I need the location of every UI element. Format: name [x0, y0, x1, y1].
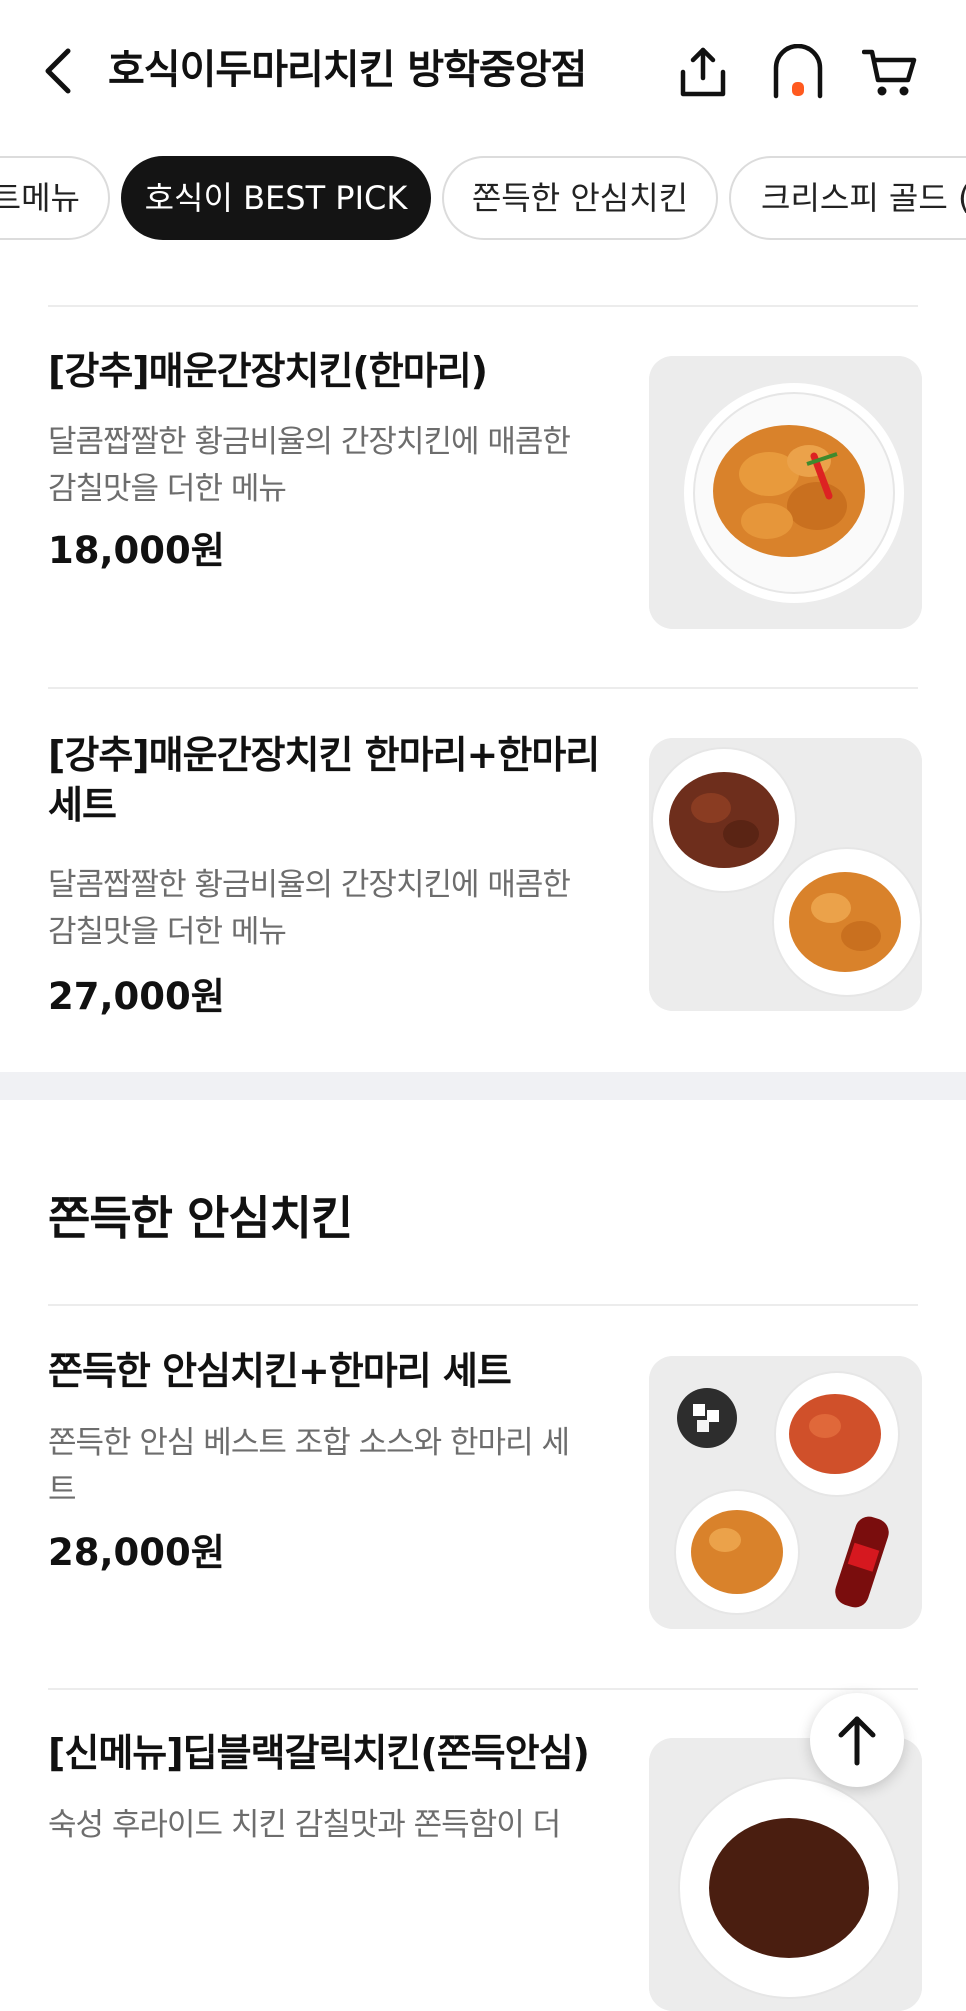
item-image	[649, 356, 922, 629]
item-image	[649, 738, 922, 1011]
cart-icon	[861, 49, 917, 96]
share-button[interactable]	[675, 44, 731, 100]
share-icon	[680, 47, 726, 97]
menu-item[interactable]: 쫀득한 안심치킨+한마리 세트 쫀득한 안심 베스트 조합 소스와 한마리 세 …	[0, 1340, 966, 1640]
category-tabs: 트메뉴 호식이 BEST PICK 쫀득한 안심치킨 크리스피 골드 (	[0, 156, 966, 244]
divider	[48, 687, 918, 689]
item-description-line2: 트	[48, 1472, 77, 1508]
item-image	[649, 1356, 922, 1629]
item-description-line2: 감칠맛을 더한 메뉴	[48, 471, 287, 507]
top-app-bar: 호식이두마리치킨 방학중앙점	[0, 0, 966, 140]
divider	[48, 1688, 918, 1690]
back-arrow-icon	[45, 48, 71, 94]
tab-tender-chicken[interactable]: 쫀득한 안심치킨	[442, 156, 718, 240]
item-description-line1: 숙성 후라이드 치킨 감칠맛과 쫀득함이 더	[48, 1807, 561, 1843]
section-title: 쫀득한 안심치킨	[48, 1191, 353, 1245]
divider	[48, 305, 918, 307]
scroll-to-top-button[interactable]	[810, 1693, 904, 1787]
item-description-line1: 쫀득한 안심 베스트 조합 소스와 한마리 세	[48, 1425, 570, 1461]
divider	[48, 1304, 918, 1306]
tab-crispy-gold[interactable]: 크리스피 골드 (	[729, 156, 966, 240]
menu-item[interactable]: [강추]매운간장치킨(한마리) 달콤짭짤한 황금비율의 간장치킨에 매콤한 감칠…	[0, 340, 966, 640]
home-button[interactable]	[770, 43, 826, 100]
item-name-line2: 세트	[48, 783, 117, 827]
item-price: 28,000원	[48, 1531, 225, 1574]
tab-best-pick[interactable]: 호식이 BEST PICK	[121, 156, 431, 240]
item-price: 18,000원	[48, 529, 225, 572]
store-title: 호식이두마리치킨 방학중앙점	[108, 47, 587, 93]
menu-item[interactable]: [강추]매운간장치킨 한마리+한마리 세트 달콤짭짤한 황금비율의 간장치킨에 …	[0, 722, 966, 1042]
home-icon	[773, 43, 823, 99]
cart-button[interactable]	[861, 44, 918, 100]
item-description-line1: 달콤짭짤한 황금비율의 간장치킨에 매콤한	[48, 867, 571, 903]
section-separator	[0, 1072, 966, 1100]
item-name-line1: [강추]매운간장치킨 한마리+한마리	[48, 733, 600, 777]
item-price: 27,000원	[48, 975, 225, 1018]
item-name: [강추]매운간장치킨(한마리)	[48, 349, 488, 393]
item-name: 쫀득한 안심치킨+한마리 세트	[48, 1349, 512, 1393]
arrow-up-icon	[838, 1716, 876, 1766]
item-description-line2: 감칠맛을 더한 메뉴	[48, 914, 287, 950]
tab-set-menu[interactable]: 트메뉴	[0, 156, 110, 240]
item-name: [신메뉴]딥블랙갈릭치킨(쫀득안심)	[48, 1731, 590, 1775]
back-button[interactable]	[40, 45, 80, 97]
item-description-line1: 달콤짭짤한 황금비율의 간장치킨에 매콤한	[48, 424, 571, 460]
